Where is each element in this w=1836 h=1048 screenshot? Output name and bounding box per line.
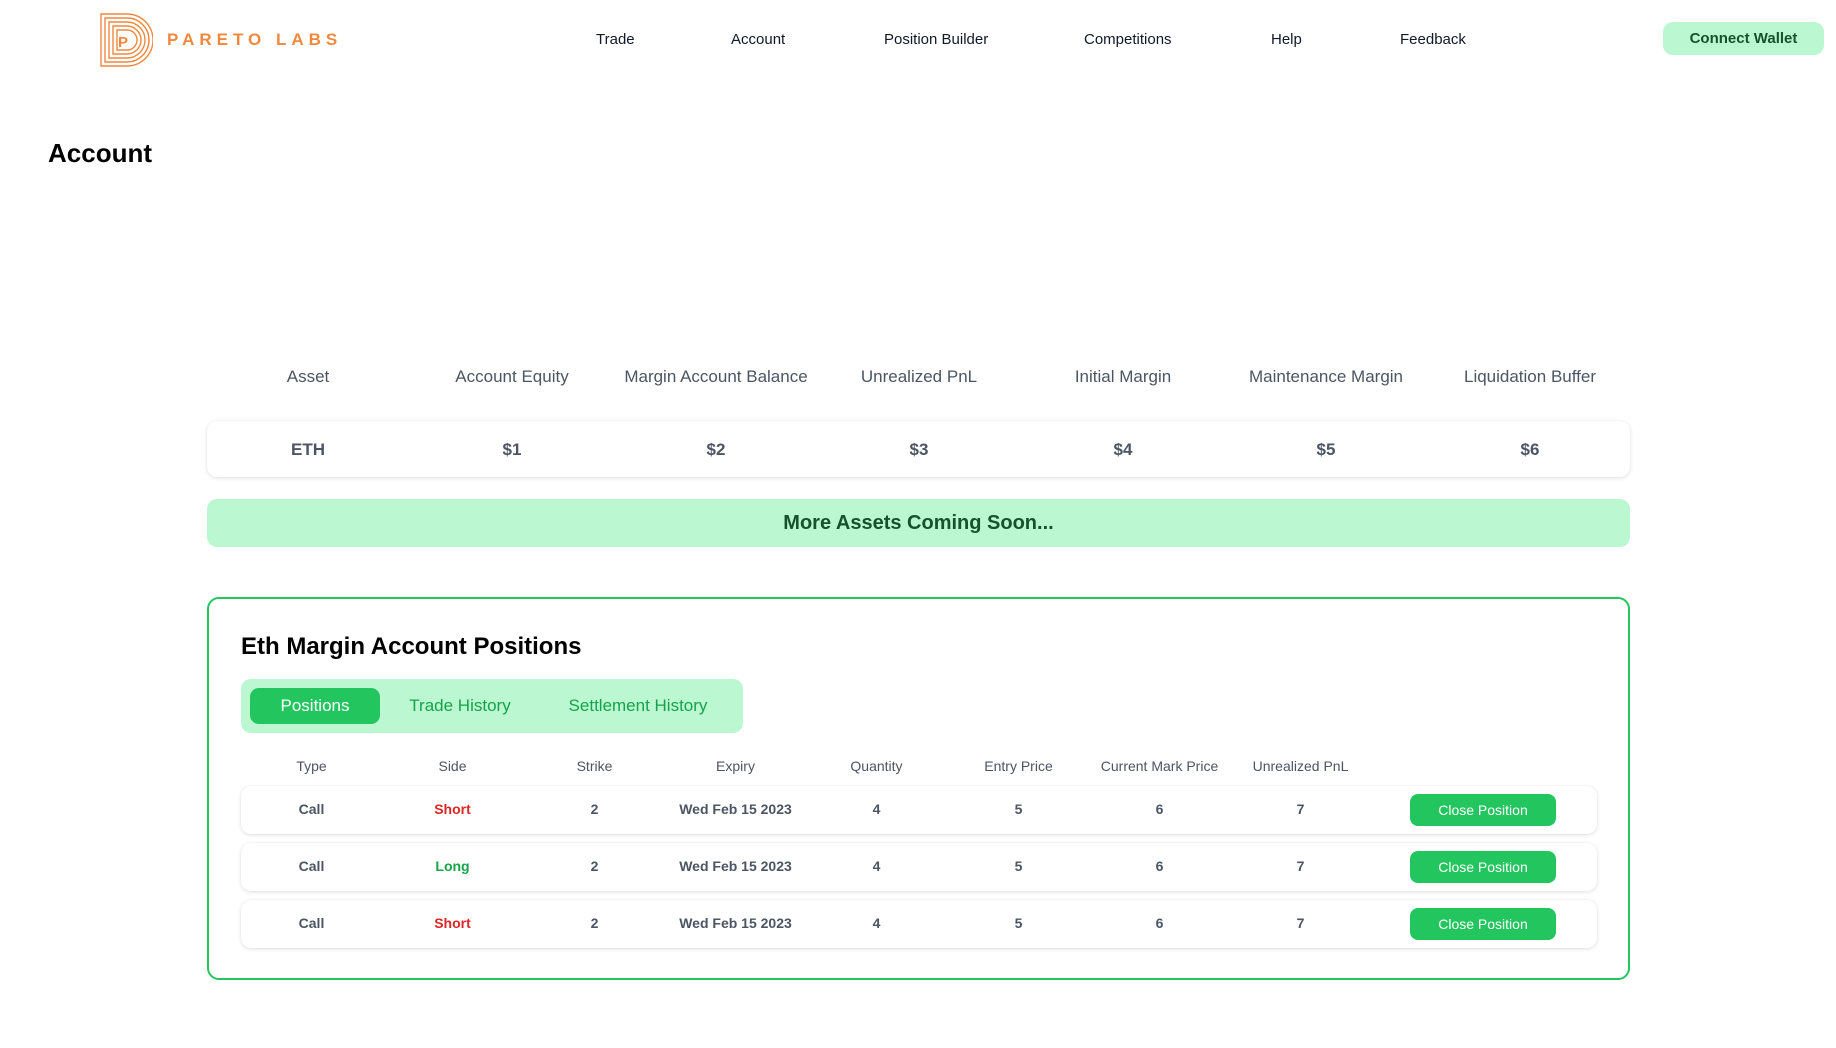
- position-entry-price: 5: [1014, 858, 1023, 874]
- asset-cell-initial-margin: $4: [1113, 440, 1133, 459]
- nav-trade[interactable]: Trade: [596, 31, 635, 48]
- position-mark-price: 6: [1155, 858, 1164, 874]
- asset-cell-liquidation-buffer: $6: [1520, 440, 1540, 459]
- position-unrealized-pnl: 7: [1296, 801, 1305, 817]
- page-title: Account: [48, 138, 152, 168]
- close-position-button[interactable]: Close Position: [1410, 794, 1556, 826]
- connect-wallet-button[interactable]: Connect Wallet: [1663, 22, 1824, 55]
- top-nav-bar: P PARETO LABS Trade Account Position Bui…: [0, 0, 1836, 80]
- column-header-expiry: Expiry: [716, 758, 755, 774]
- position-quantity: 4: [872, 915, 881, 931]
- column-header-entry-price: Entry Price: [984, 758, 1053, 774]
- position-expiry: Wed Feb 15 2023: [679, 801, 792, 817]
- asset-cell-asset: ETH: [291, 440, 325, 459]
- position-type: Call: [298, 801, 325, 817]
- column-header-quantity: Quantity: [850, 758, 903, 774]
- column-header-unrealized-pnl: Unrealized PnL: [1252, 758, 1349, 774]
- svg-text:P: P: [118, 34, 128, 51]
- position-side: Short: [434, 801, 471, 817]
- tab-trade-history[interactable]: Trade History: [392, 688, 528, 724]
- asset-cell-account-equity: $1: [502, 440, 522, 459]
- column-header-unrealized-pnl: Unrealized PnL: [860, 367, 978, 386]
- column-header-liquidation-buffer: Liquidation Buffer: [1463, 367, 1596, 386]
- position-mark-price: 6: [1155, 915, 1164, 931]
- asset-cell-margin-account-balance: $2: [706, 440, 726, 459]
- nav-competitions[interactable]: Competitions: [1084, 31, 1172, 48]
- position-strike: 2: [590, 915, 599, 931]
- position-expiry: Wed Feb 15 2023: [679, 858, 792, 874]
- asset-cell-maintenance-margin: $5: [1316, 440, 1336, 459]
- nav-account[interactable]: Account: [731, 31, 785, 48]
- nav-position-builder[interactable]: Position Builder: [884, 31, 988, 48]
- close-position-button[interactable]: Close Position: [1410, 851, 1556, 883]
- asset-cell-unrealized-pnl: $3: [909, 440, 929, 459]
- column-header-initial-margin: Initial Margin: [1074, 367, 1172, 386]
- tab-settlement-history[interactable]: Settlement History: [540, 688, 736, 724]
- pareto-p-logo-icon: P: [100, 13, 153, 67]
- position-side: Short: [434, 915, 471, 931]
- position-strike: 2: [590, 801, 599, 817]
- brand-logo[interactable]: P PARETO LABS: [99, 12, 342, 68]
- position-side: Long: [435, 858, 470, 874]
- position-mark-price: 6: [1155, 801, 1164, 817]
- position-entry-price: 5: [1014, 915, 1023, 931]
- position-entry-price: 5: [1014, 801, 1023, 817]
- column-header-strike: Strike: [576, 758, 613, 774]
- column-header-type: Type: [296, 758, 327, 774]
- brand-name: PARETO LABS: [167, 30, 343, 49]
- nav-feedback[interactable]: Feedback: [1400, 31, 1466, 48]
- more-assets-banner: More Assets Coming Soon...: [207, 499, 1630, 547]
- position-type: Call: [298, 858, 325, 874]
- tab-positions[interactable]: Positions: [250, 688, 380, 724]
- close-position-button[interactable]: Close Position: [1410, 908, 1556, 940]
- nav-help[interactable]: Help: [1271, 31, 1302, 48]
- position-quantity: 4: [872, 858, 881, 874]
- column-header-asset: Asset: [286, 367, 330, 386]
- column-header-current-mark-price: Current Mark Price: [1100, 758, 1219, 774]
- column-header-margin-account-balance: Margin Account Balance: [624, 367, 808, 386]
- column-header-account-equity: Account Equity: [455, 367, 569, 386]
- column-header-maintenance-margin: Maintenance Margin: [1248, 367, 1404, 386]
- position-expiry: Wed Feb 15 2023: [679, 915, 792, 931]
- position-quantity: 4: [872, 801, 881, 817]
- position-unrealized-pnl: 7: [1296, 915, 1305, 931]
- column-header-side: Side: [438, 758, 467, 774]
- position-unrealized-pnl: 7: [1296, 858, 1305, 874]
- position-type: Call: [298, 915, 325, 931]
- positions-panel-title: Eth Margin Account Positions: [241, 633, 582, 660]
- position-strike: 2: [590, 858, 599, 874]
